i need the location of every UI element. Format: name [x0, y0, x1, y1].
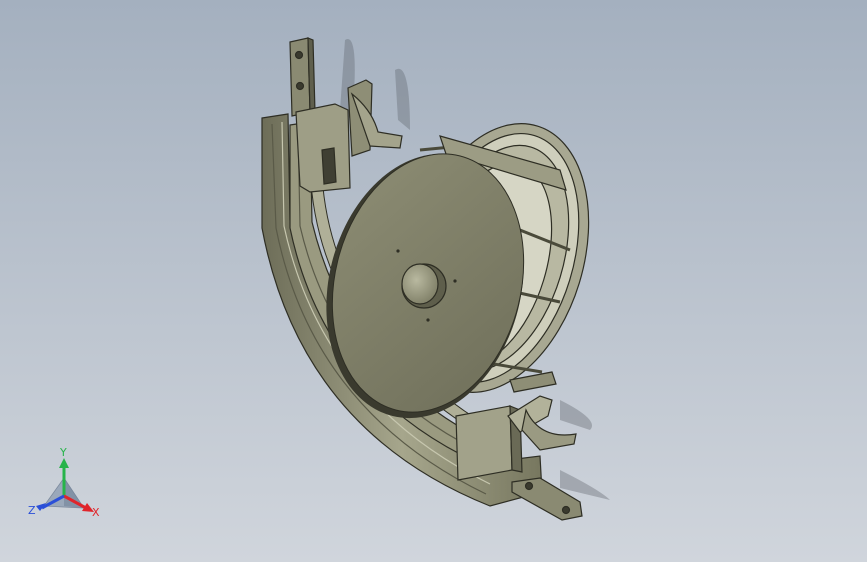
- x-axis-label: X: [92, 506, 100, 519]
- reference-triad[interactable]: Y X Z: [26, 448, 106, 524]
- z-axis-label: Z: [28, 504, 36, 517]
- y-axis-label: Y: [59, 448, 67, 459]
- hub[interactable]: [401, 263, 447, 309]
- y-axis-arrow-icon: [59, 458, 69, 468]
- graphics-viewport[interactable]: Y X Z: [0, 0, 867, 562]
- triad-plane-shade: [64, 478, 84, 508]
- cad-model[interactable]: [0, 0, 867, 562]
